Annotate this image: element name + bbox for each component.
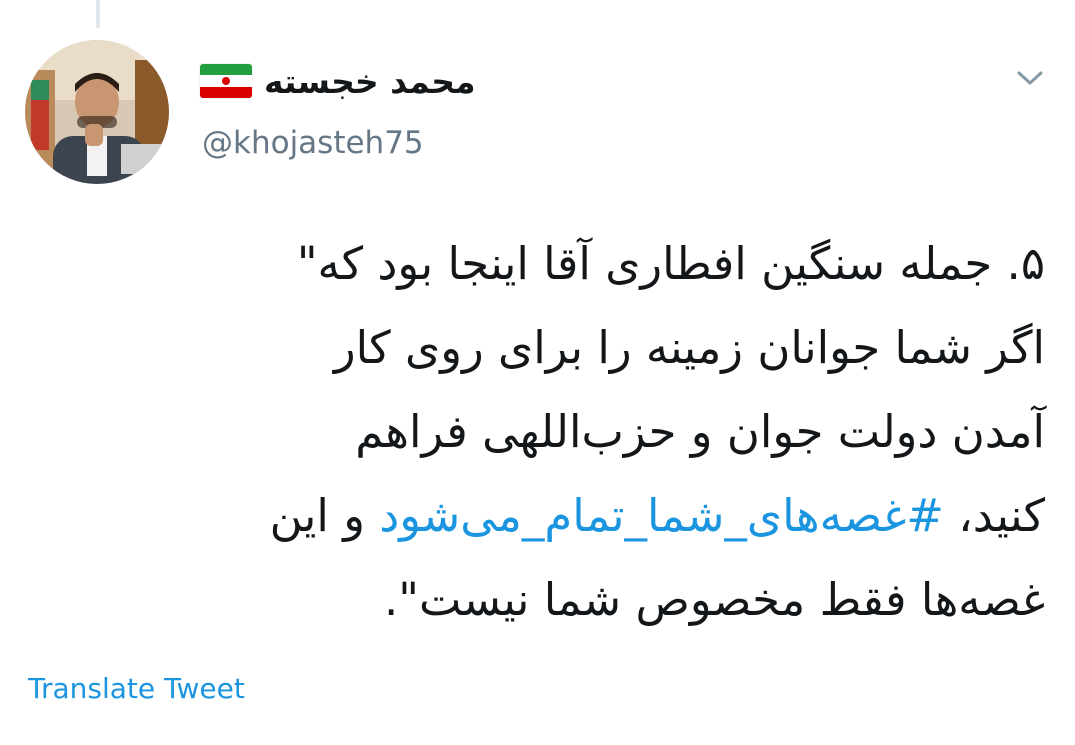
translate-tweet-link[interactable]: Translate Tweet [28,672,245,705]
tweet-header: محمد خجسته @khojasteh75 [200,50,1045,180]
tweet-line: ۵. جمله سنگین افطاری آقا اینجا بود که" [296,237,1045,290]
avatar[interactable] [25,40,169,184]
tweet-line: آمدن دولت جوان و حزب‌اللهی فراهم [355,405,1045,458]
user-handle[interactable]: @khojasteh75 [202,125,424,161]
name-row: محمد خجسته [200,56,476,106]
tweet-line: کنید، #غصه‌های_شما_تمام_می‌شود و این [60,474,1045,558]
iran-flag-icon [200,64,252,98]
tweet-line: غصه‌ها فقط مخصوص شما نیست". [383,573,1045,626]
tweet-line: اگر شما جوانان زمینه را برای روی کار [333,321,1045,374]
tweet-text-fragment: و این [269,489,380,542]
avatar-photo [25,40,169,184]
tweet-text-fragment: کنید، [943,489,1045,542]
hashtag-link[interactable]: #غصه‌های_شما_تمام_می‌شود [379,489,944,542]
tweet-text: ۵. جمله سنگین افطاری آقا اینجا بود که" ا… [60,222,1045,642]
thread-connector-line [96,0,100,28]
tweet-card: محمد خجسته @khojasteh75 ۵. جمله سنگین اف… [0,0,1075,745]
chevron-down-icon[interactable] [1015,68,1045,88]
display-name[interactable]: محمد خجسته [264,62,476,101]
